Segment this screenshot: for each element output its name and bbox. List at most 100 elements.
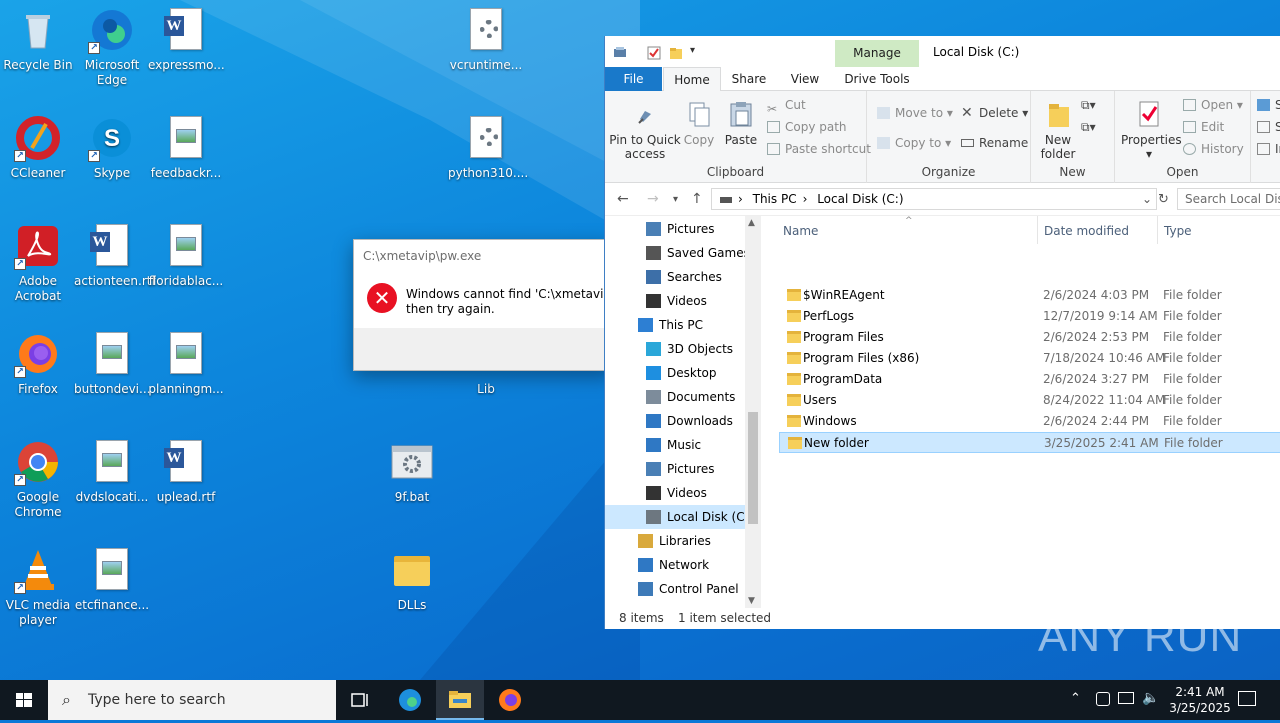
file-row[interactable]: ProgramData 2/6/2024 3:27 PM File folder: [779, 369, 1280, 390]
properties-button[interactable]: Properties ▾: [1121, 97, 1182, 161]
paste-shortcut-button[interactable]: Paste shortcut: [767, 139, 871, 159]
start-button[interactable]: [0, 680, 48, 720]
desktop-icon-vlc-media-player[interactable]: ↗ VLC media player: [0, 544, 76, 628]
nav-item-desktop[interactable]: Desktop: [605, 361, 745, 385]
invert-selection-button[interactable]: Ir: [1257, 139, 1280, 159]
pin-quick-access-button[interactable]: Pin to Quick access: [609, 97, 681, 161]
file-row[interactable]: PerfLogs 12/7/2019 9:14 AM File folder: [779, 306, 1280, 327]
nav-item-local-disk-c[interactable]: Local Disk (C:): [605, 505, 753, 529]
new-item-icon[interactable]: ⧉▾: [1081, 95, 1096, 115]
address-dropdown-chevron-icon[interactable]: ⌄: [1142, 189, 1152, 209]
nav-item-saved-games[interactable]: Saved Games: [605, 241, 750, 265]
nav-item-music[interactable]: Music: [605, 433, 745, 457]
column-divider[interactable]: [1157, 216, 1158, 244]
easy-access-icon[interactable]: ⧉▾: [1081, 117, 1096, 137]
nav-item-searches[interactable]: Searches: [605, 265, 745, 289]
desktop-icon-adobe-acrobat[interactable]: ↗ Adobe Acrobat: [0, 220, 76, 304]
nav-item-this-pc[interactable]: This PC: [605, 313, 745, 337]
paste-button[interactable]: Paste: [723, 97, 759, 147]
desktop-icon-dlls[interactable]: DLLs: [374, 544, 450, 613]
nav-item-pictures[interactable]: Pictures: [605, 457, 745, 481]
desktop-icon-dvdslocati[interactable]: dvdslocati...: [74, 436, 150, 505]
desktop-icon-skype[interactable]: S ↗ Skype: [74, 112, 150, 181]
desktop-icon-google-chrome[interactable]: ↗ Google Chrome: [0, 436, 76, 520]
tab-home[interactable]: Home: [663, 67, 721, 92]
tab-view[interactable]: View: [779, 67, 831, 91]
column-header-type[interactable]: Type: [1164, 224, 1192, 238]
nav-item-libraries[interactable]: Libraries: [605, 529, 745, 553]
copy-button[interactable]: Copy: [683, 97, 715, 147]
desktop-icon-uplead-rtf[interactable]: Wuplead.rtf: [148, 436, 224, 505]
nav-item-videos[interactable]: Videos: [605, 289, 745, 313]
cut-button[interactable]: ✂ Cut: [767, 95, 806, 116]
show-hidden-icons-chevron-icon[interactable]: ⌃: [1070, 691, 1081, 706]
desktop-icon-vcruntime[interactable]: vcruntime...: [448, 4, 524, 73]
desktop-icon-expressmo[interactable]: Wexpressmo...: [148, 4, 225, 73]
taskbar-search-box[interactable]: ⌕ Type here to search: [48, 680, 336, 720]
customize-qat-chevron-icon[interactable]: ▾: [690, 45, 704, 59]
file-row[interactable]: Program Files (x86) 7/18/2024 10:46 AM Fil…: [779, 348, 1280, 369]
taskbar-edge-button[interactable]: [386, 680, 434, 720]
file-row[interactable]: New folder 3/25/2025 2:41 AM File folder: [779, 432, 1280, 453]
breadcrumb-local-disk[interactable]: Local Disk (C:): [817, 192, 903, 206]
device-icon[interactable]: [1096, 692, 1110, 706]
nav-item-pictures[interactable]: Pictures: [605, 217, 745, 241]
column-header-date[interactable]: Date modified: [1044, 224, 1129, 238]
file-row[interactable]: Program Files 2/6/2024 2:53 PM File folder: [779, 327, 1280, 348]
select-all-button[interactable]: S: [1257, 95, 1280, 115]
nav-item-downloads[interactable]: Downloads: [605, 409, 745, 433]
desktop-icon-python310[interactable]: python310....: [448, 112, 528, 181]
desktop-icon-feedbackr[interactable]: feedbackr...: [148, 112, 224, 181]
notifications-icon[interactable]: [1238, 691, 1256, 706]
nav-item-3d-objects[interactable]: 3D Objects: [605, 337, 745, 361]
desktop-icon-ccleaner[interactable]: ↗ CCleaner: [0, 112, 76, 181]
nav-item-network[interactable]: Network: [605, 553, 745, 577]
new-folder-button[interactable]: New folder: [1037, 97, 1079, 161]
task-view-button[interactable]: [336, 680, 384, 720]
desktop-icon-recycle-bin[interactable]: Recycle Bin: [0, 4, 76, 73]
system-clock[interactable]: 2:41 AM 3/25/2025: [1160, 684, 1240, 716]
nav-scrollbar[interactable]: ▲ ▼: [745, 216, 761, 608]
edit-button[interactable]: Edit: [1183, 117, 1224, 137]
address-bar[interactable]: › This PC › Local Disk (C:) ⌄: [711, 188, 1157, 210]
tab-drive-tools[interactable]: Drive Tools: [835, 67, 919, 91]
column-header-name[interactable]: Name: [783, 224, 818, 238]
nav-item-control-panel[interactable]: Control Panel: [605, 577, 745, 601]
forward-arrow-icon[interactable]: →: [647, 191, 659, 207]
file-row[interactable]: Users 8/24/2022 11:04 AM File folder: [779, 390, 1280, 411]
desktop-icon-firefox[interactable]: ↗ Firefox: [0, 328, 76, 397]
open-button[interactable]: Open ▾: [1183, 95, 1243, 115]
recent-locations-chevron-icon[interactable]: ▾: [673, 194, 678, 205]
copy-path-button[interactable]: Copy path: [767, 117, 847, 137]
rename-button[interactable]: Rename: [961, 133, 1028, 153]
copy-to-button[interactable]: Copy to ▾: [877, 133, 951, 153]
nav-item-documents[interactable]: Documents: [605, 385, 745, 409]
desktop-icon-etcfinance[interactable]: etcfinance...: [74, 544, 150, 613]
search-input[interactable]: Search Local Disk (C:): [1177, 188, 1280, 210]
up-arrow-icon[interactable]: ↑: [691, 191, 703, 207]
desktop-icon-floridablac[interactable]: floridablac...: [148, 220, 224, 289]
move-to-button[interactable]: Move to ▾: [877, 103, 953, 123]
taskbar-firefox-button[interactable]: [486, 680, 534, 720]
refresh-icon[interactable]: ↻: [1158, 192, 1169, 207]
scroll-down-icon[interactable]: ▼: [748, 596, 755, 606]
column-divider[interactable]: [1037, 216, 1038, 244]
desktop-icon-microsoft-edge[interactable]: ↗ Microsoft Edge: [74, 4, 150, 88]
taskbar-explorer-button[interactable]: [436, 680, 484, 720]
breadcrumb-this-pc[interactable]: This PC: [753, 192, 797, 206]
file-row[interactable]: $WinREAgent 2/6/2024 4:03 PM File folder: [779, 285, 1280, 306]
volume-icon[interactable]: 🔈: [1142, 690, 1159, 706]
desktop-icon-planningm[interactable]: planningm...: [148, 328, 224, 397]
history-button[interactable]: History: [1183, 139, 1244, 159]
tab-manage[interactable]: Manage: [835, 40, 919, 67]
new-folder-qat-icon[interactable]: [669, 46, 683, 60]
file-row[interactable]: Windows 2/6/2024 2:44 PM File folder: [779, 411, 1280, 432]
delete-button[interactable]: ✕ Delete ▾: [961, 103, 1028, 123]
network-icon[interactable]: [1118, 692, 1134, 704]
properties-qat-icon[interactable]: [647, 46, 661, 60]
scroll-up-icon[interactable]: ▲: [748, 218, 755, 228]
tab-share[interactable]: Share: [723, 67, 775, 91]
desktop-icon-buttondevi[interactable]: buttondevi...: [74, 328, 150, 397]
desktop-icon-actionteen-rtf[interactable]: Wactionteen.rtf: [74, 220, 156, 289]
tab-file[interactable]: File: [605, 67, 662, 91]
